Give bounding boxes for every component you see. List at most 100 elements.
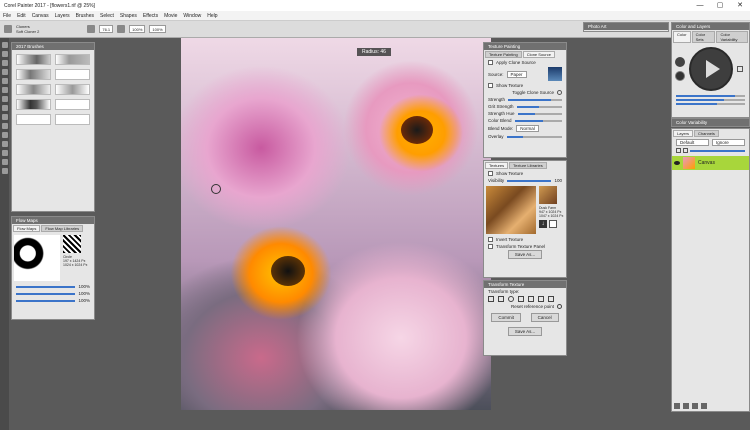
pen-tool-icon[interactable] xyxy=(1,132,8,138)
menu-shapes[interactable]: Shapes xyxy=(120,13,137,19)
eraser-tool-icon[interactable] xyxy=(1,69,8,75)
layer-mask-icon[interactable] xyxy=(683,403,689,409)
menu-select[interactable]: Select xyxy=(100,13,114,19)
download-icon[interactable]: ↓ xyxy=(539,220,547,228)
target-icon[interactable] xyxy=(557,304,562,309)
layer-adjuster-icon[interactable] xyxy=(1,78,8,84)
layer-row-canvas[interactable]: Canvas xyxy=(672,156,749,170)
save-as-button-2[interactable]: Save As... xyxy=(507,327,543,336)
skew-icon[interactable] xyxy=(518,296,524,302)
layer-mode-select[interactable]: Default xyxy=(676,139,709,146)
maximize-button[interactable]: ▢ xyxy=(710,0,730,11)
gear-icon[interactable] xyxy=(557,90,562,95)
hue-slider[interactable] xyxy=(676,95,745,97)
strength-slider[interactable] xyxy=(508,98,562,101)
source-thumbnail[interactable] xyxy=(548,67,562,81)
delete-layer-icon[interactable] xyxy=(701,403,707,409)
tab-texture-painting[interactable]: Texture Painting xyxy=(485,51,522,58)
size-field[interactable]: 76.1 xyxy=(99,25,114,33)
grain-field[interactable]: 100% xyxy=(149,25,166,33)
tab-flow-maps[interactable]: Flow Maps xyxy=(13,225,41,232)
flow-slider-1[interactable] xyxy=(16,285,76,288)
composite-select[interactable]: Ignore xyxy=(712,139,745,146)
tab-color[interactable]: Color xyxy=(673,31,691,43)
perspective-icon[interactable] xyxy=(538,296,544,302)
flow-slider-2[interactable] xyxy=(16,292,76,295)
menu-edit[interactable]: Edit xyxy=(17,13,26,19)
menu-help[interactable]: Help xyxy=(207,13,217,19)
brush-stroke-7[interactable] xyxy=(16,99,51,110)
tab-flow-map-libraries[interactable]: Flow Map Libraries xyxy=(41,225,84,232)
color-wheel[interactable] xyxy=(689,47,733,91)
scale-icon[interactable] xyxy=(498,296,504,302)
menu-file[interactable]: File xyxy=(3,13,11,19)
save-as-button[interactable]: Save As... xyxy=(507,250,543,259)
invert-texture-checkbox[interactable] xyxy=(488,237,493,242)
brush-stroke-10[interactable] xyxy=(55,114,90,125)
flow-map-thumbnail[interactable] xyxy=(14,235,60,281)
cancel-button[interactable]: Cancel xyxy=(530,313,559,322)
saturation-slider[interactable] xyxy=(676,99,745,101)
brush-stroke-2[interactable] xyxy=(55,54,90,65)
dropper-tool-icon[interactable] xyxy=(1,51,8,57)
paint-bucket-icon[interactable] xyxy=(1,60,8,66)
tab-texture-libraries[interactable]: Texture Libraries xyxy=(509,162,547,169)
tab-layers[interactable]: Layers xyxy=(673,130,694,137)
source-select[interactable]: Paper xyxy=(506,70,527,78)
tab-color-variability[interactable]: Color Variability xyxy=(716,31,748,43)
minimize-button[interactable]: — xyxy=(690,0,710,11)
close-button[interactable]: ✕ xyxy=(730,0,750,11)
reset-icon[interactable] xyxy=(87,25,96,33)
menu-window[interactable]: Window xyxy=(183,13,201,19)
flow-slider-3[interactable] xyxy=(16,299,76,302)
commit-button[interactable]: Commit xyxy=(491,313,521,322)
overlay-slider[interactable] xyxy=(506,135,562,138)
brush-stroke-1[interactable] xyxy=(16,54,51,65)
flip-icon[interactable] xyxy=(548,296,554,302)
brush-stroke-4[interactable] xyxy=(55,69,90,80)
texture-thumbnail[interactable] xyxy=(486,186,536,234)
lasso-tool-icon[interactable] xyxy=(1,105,8,111)
layer-opacity-slider[interactable] xyxy=(690,149,745,152)
magnifier-tool-icon[interactable] xyxy=(1,168,8,174)
shape-tool-icon[interactable] xyxy=(1,141,8,147)
main-color-swatch[interactable] xyxy=(675,57,685,67)
rotate-icon[interactable] xyxy=(508,296,514,302)
layer-option-icon[interactable] xyxy=(683,148,688,153)
tab-channels[interactable]: Channels xyxy=(694,130,719,137)
tab-textures[interactable]: Textures xyxy=(485,162,509,169)
tab-color-sets[interactable]: Color Sets xyxy=(691,31,716,43)
lock-icon[interactable] xyxy=(676,148,681,153)
menu-movie[interactable]: Movie xyxy=(164,13,177,19)
show-texture-checkbox-2[interactable] xyxy=(488,171,493,176)
menu-canvas[interactable]: Canvas xyxy=(32,13,49,19)
brush-tool-icon[interactable] xyxy=(1,42,8,48)
additional-color-swatch[interactable] xyxy=(675,71,685,81)
brush-variant[interactable]: Soft Cloner 2 xyxy=(16,29,39,34)
strength-hue-slider[interactable] xyxy=(517,112,562,115)
menu-brushes[interactable]: Brushes xyxy=(76,13,94,19)
show-texture-checkbox[interactable] xyxy=(488,83,493,88)
new-texture-icon[interactable] xyxy=(549,220,557,228)
menu-layers[interactable]: Layers xyxy=(55,13,70,19)
brush-stroke-5[interactable] xyxy=(16,84,51,95)
move-icon[interactable] xyxy=(488,296,494,302)
brush-stroke-8[interactable] xyxy=(55,99,90,110)
color-settings-icon[interactable] xyxy=(737,66,743,72)
opacity-field[interactable]: 100% xyxy=(129,25,146,33)
tab-clone-source[interactable]: Clone Source xyxy=(522,51,555,58)
grit-strength-slider[interactable] xyxy=(516,105,562,108)
group-layer-icon[interactable] xyxy=(692,403,698,409)
rectangle-select-icon[interactable] xyxy=(1,96,8,102)
toggle-clone-label[interactable]: Toggle Clone Source xyxy=(512,90,554,95)
menu-effects[interactable]: Effects xyxy=(143,13,158,19)
blend-mode-select[interactable]: Normal xyxy=(516,125,539,132)
apply-clone-checkbox[interactable] xyxy=(488,60,493,65)
color-blend-slider[interactable] xyxy=(514,119,562,122)
text-tool-icon[interactable] xyxy=(1,150,8,156)
texture-thumbnail-small[interactable] xyxy=(539,186,557,204)
magic-wand-icon[interactable] xyxy=(1,114,8,120)
crop-tool-icon[interactable] xyxy=(1,123,8,129)
brush-stroke-3[interactable] xyxy=(16,69,51,80)
transform-tool-icon[interactable] xyxy=(1,87,8,93)
